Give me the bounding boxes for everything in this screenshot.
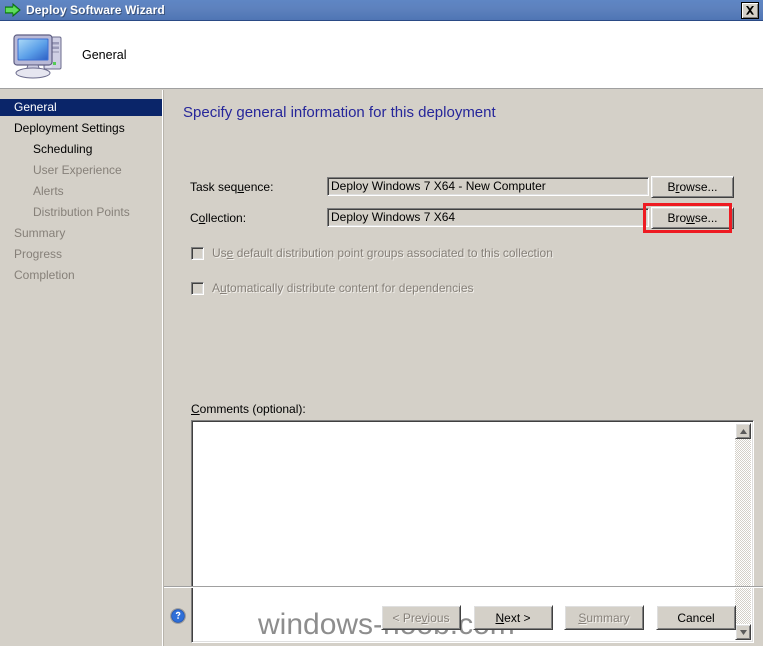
sidebar-item-distribution-points: Distribution Points	[33, 205, 130, 219]
collection-row: Collection: Deploy Windows 7 X64 Bro w se.…	[164, 207, 763, 229]
wizard-header: General	[0, 21, 763, 89]
sidebar-item-deployment-settings[interactable]: Deployment Settings	[0, 120, 162, 137]
footer-separator	[164, 586, 763, 588]
sidebar-item-summary: Summary	[14, 226, 66, 240]
sidebar-item-general[interactable]: General	[0, 99, 162, 116]
page-title: Specify general information for this dep…	[183, 104, 496, 121]
wizard-content-panel: Specify general information for this dep…	[164, 90, 763, 646]
cancel-button[interactable]: Cancel	[656, 605, 736, 630]
sidebar-item-completion: Completion	[14, 268, 75, 282]
task-sequence-row: Task sequence: Deploy Windows 7 X64 - Ne…	[164, 176, 763, 198]
triangle-up-icon	[739, 428, 747, 434]
collection-input[interactable]: Deploy Windows 7 X64	[327, 208, 649, 227]
previous-button: < Pre v ious	[381, 605, 461, 630]
window-title: Deploy Software Wizard	[26, 3, 165, 17]
sidebar-item-progress: Progress	[14, 247, 63, 261]
auto-distribute-dependencies-label: Automatically distribute content for dep…	[212, 281, 474, 295]
sidebar-item-alerts: Alerts	[33, 184, 64, 198]
deploy-software-wizard-window: Deploy Software Wizard General General D…	[0, 0, 763, 646]
use-default-dp-groups-checkbox	[191, 246, 204, 260]
close-icon	[746, 6, 754, 15]
scrollbar-down-button[interactable]	[735, 624, 751, 640]
help-question-icon[interactable]	[170, 608, 186, 624]
close-button[interactable]	[741, 2, 759, 19]
use-default-dp-groups-label: Use default distribution point groups as…	[212, 246, 553, 260]
collection-browse-button[interactable]: Bro w se...	[651, 207, 734, 229]
comments-label: Comments (optional):	[191, 402, 306, 416]
use-default-dp-groups-checkbox-row[interactable]: Use default distribution point groups as…	[191, 245, 553, 261]
next-button[interactable]: Next >	[473, 605, 553, 630]
auto-distribute-dependencies-checkbox	[191, 281, 204, 295]
collection-label: Collection:	[190, 211, 247, 225]
green-arrow-icon	[5, 3, 21, 17]
comments-scrollbar[interactable]	[735, 423, 751, 640]
scrollbar-up-button[interactable]	[735, 423, 751, 439]
task-sequence-label: Task sequence:	[190, 180, 274, 194]
computer-icon	[13, 33, 62, 78]
window-titlebar: Deploy Software Wizard	[0, 0, 763, 21]
sidebar-item-user-experience: User Experience	[33, 163, 122, 177]
task-sequence-input[interactable]: Deploy Windows 7 X64 - New Computer	[327, 177, 649, 196]
header-step-title: General	[82, 47, 127, 62]
sidebar-item-scheduling[interactable]: Scheduling	[0, 141, 162, 158]
wizard-sidebar: General Deployment Settings Scheduling U…	[0, 90, 162, 646]
summary-button: Summary	[564, 605, 644, 630]
task-sequence-browse-button[interactable]: Br owse...	[651, 176, 734, 198]
auto-distribute-dependencies-checkbox-row[interactable]: Automatically distribute content for dep…	[191, 280, 474, 296]
triangle-down-icon	[739, 629, 747, 635]
